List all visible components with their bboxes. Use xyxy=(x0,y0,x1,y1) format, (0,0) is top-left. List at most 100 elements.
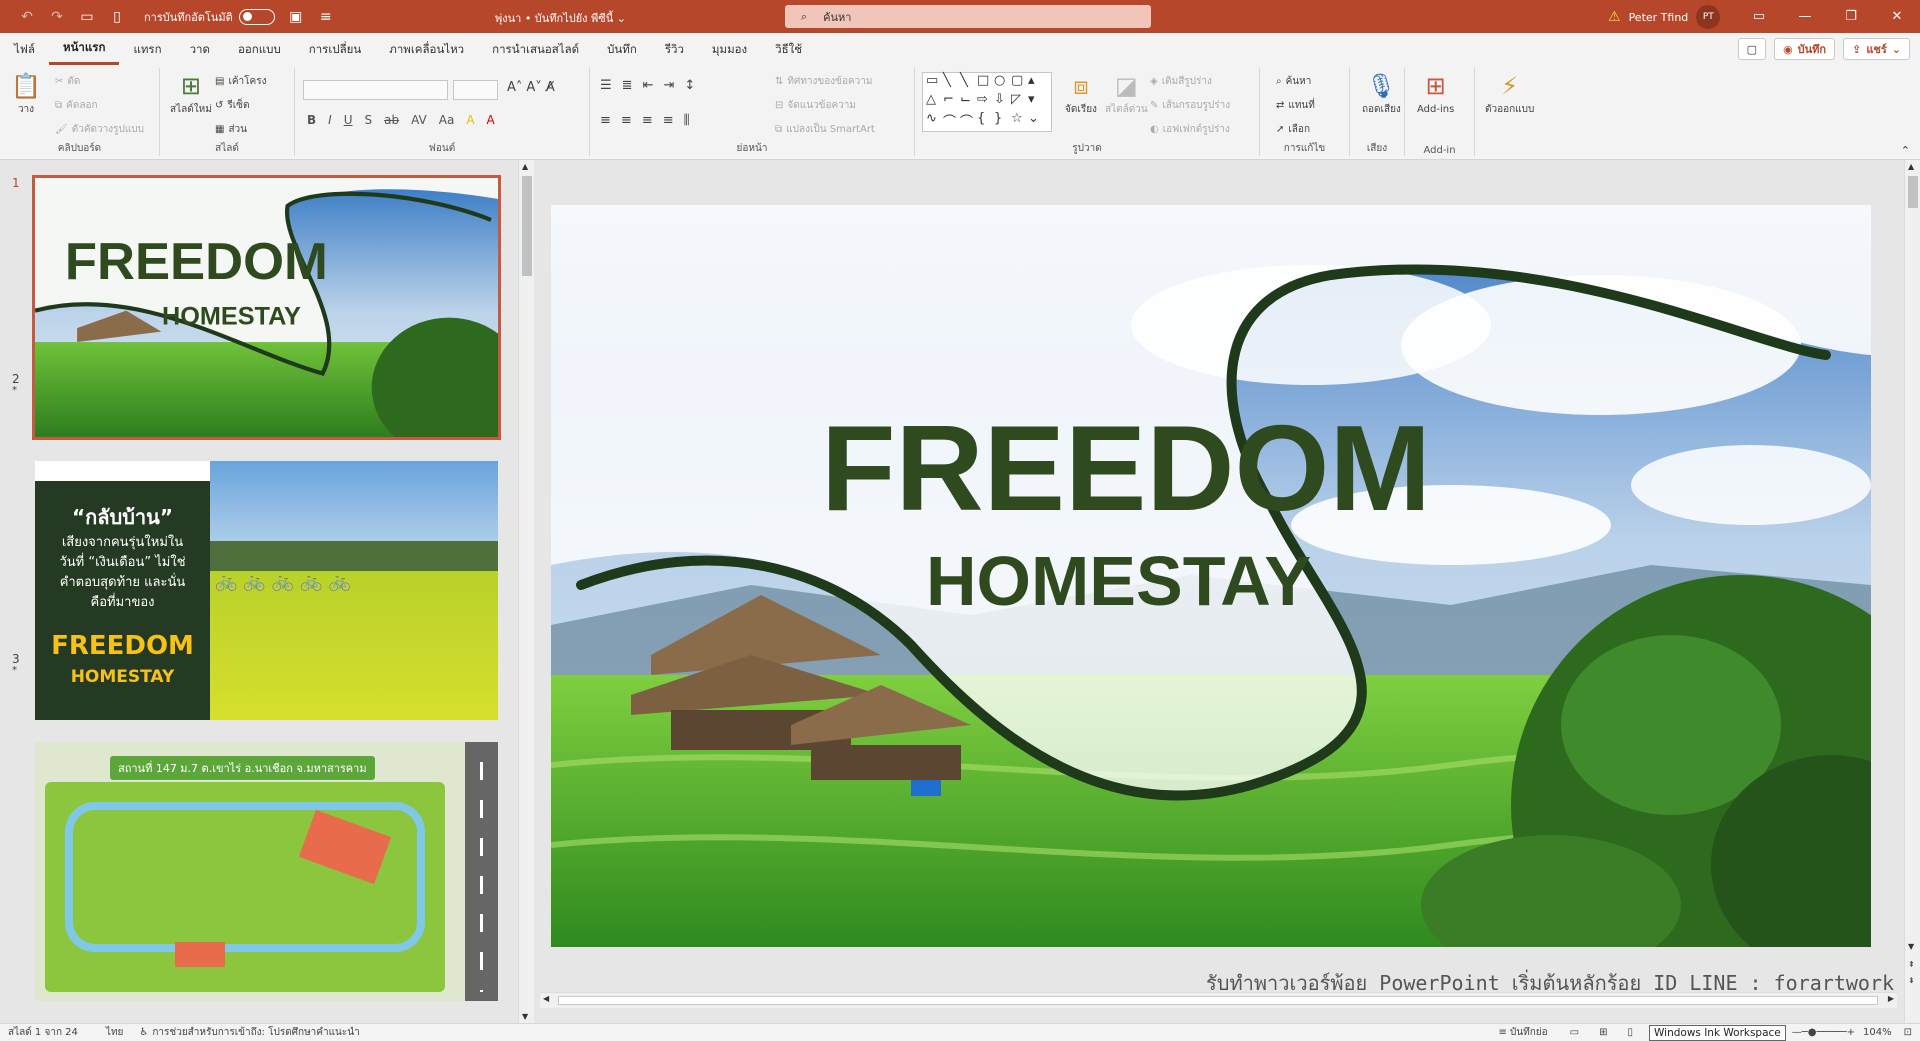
reading-view-icon[interactable]: ▯ xyxy=(1627,1027,1633,1038)
addins-button[interactable]: ⊞ Add-ins xyxy=(1417,70,1454,116)
autosave-toggle[interactable] xyxy=(238,8,275,25)
align-text-button[interactable]: ⊟ จัดแนวข้อความ xyxy=(775,98,856,113)
find-button[interactable]: ⌕ ค้นหา xyxy=(1276,74,1311,89)
document-title[interactable]: พุ่งนา • บันทึกไปยัง พีซีนี้ ⌄ xyxy=(495,9,626,27)
main-slide[interactable]: FREEDOM HOMESTAY xyxy=(551,205,1871,947)
tab-file[interactable]: ไฟล์ xyxy=(0,33,49,65)
clear-format-icon[interactable]: A̸ xyxy=(546,80,555,95)
roundrect-shape-icon[interactable]: ▢ xyxy=(1011,73,1028,92)
dictate-button[interactable]: 🎙 ถอดเสียง xyxy=(1362,70,1401,116)
language-indicator[interactable]: ไทย xyxy=(106,1025,123,1040)
copy-button[interactable]: ⧉ คัดลอก xyxy=(55,98,98,113)
format-painter-button[interactable]: 🖌 ตัวคัดวางรูปแบบ xyxy=(55,122,144,137)
horizontal-scroll-thumb[interactable] xyxy=(558,996,1878,1005)
font-size-input[interactable] xyxy=(453,80,498,100)
editor-scroll-thumb[interactable] xyxy=(1908,176,1918,208)
editor-vertical-scrollbar[interactable]: ▲ ▼ ⇞ ⇟ xyxy=(1904,160,1920,1023)
accessibility-status[interactable]: การช่วยสำหรับการเข้าถึง: โปรดศึกษาคำแนะน… xyxy=(152,1025,359,1040)
shape-fill-button[interactable]: ◈ เติมสีรูปร่าง xyxy=(1150,74,1212,89)
tab-animations[interactable]: ภาพเคลื่อนไหว xyxy=(375,33,478,65)
paste-button[interactable]: 📋 วาง xyxy=(10,70,42,116)
minimize-icon[interactable]: — xyxy=(1782,0,1828,33)
tab-transitions[interactable]: การเปลี่ยน xyxy=(295,33,375,65)
shrink-font-icon[interactable]: A˅ xyxy=(526,80,541,95)
elbow2-shape-icon[interactable]: ⌙ xyxy=(960,92,977,111)
columns-icon[interactable]: ⫼ xyxy=(684,113,690,128)
decrease-indent-icon[interactable]: ⇤ xyxy=(643,78,654,93)
scroll-down-icon[interactable]: ▼ xyxy=(522,1012,528,1021)
oval-shape-icon[interactable]: ○ xyxy=(994,73,1011,92)
arrow-down-shape-icon[interactable]: ⇩ xyxy=(994,92,1011,111)
share-button[interactable]: ⇪ แชร์ ⌄ xyxy=(1843,38,1910,60)
brace-right-shape-icon[interactable]: } xyxy=(994,111,1011,130)
justify-icon[interactable]: ≡ xyxy=(663,113,674,128)
ribbon-display-options-icon[interactable]: ▭ xyxy=(1736,0,1782,33)
search-input[interactable]: ⌕ ค้นหา xyxy=(785,5,1151,28)
font-name-input[interactable] xyxy=(303,80,448,100)
brace-left-shape-icon[interactable]: { xyxy=(977,111,994,130)
strikethrough-button[interactable]: ab xyxy=(384,113,399,127)
elbow-shape-icon[interactable]: ⌐ xyxy=(943,92,960,111)
arc-shape-icon[interactable]: ⌒ xyxy=(943,111,960,130)
undo-icon[interactable]: ↶ xyxy=(18,8,36,26)
more-shapes-icon[interactable]: ▴ xyxy=(1028,73,1045,92)
avatar[interactable]: PT xyxy=(1696,5,1721,29)
zoom-slider[interactable]: —─●─────+ xyxy=(1792,1027,1855,1038)
reset-button[interactable]: ↺ รีเซ็ต xyxy=(215,98,249,113)
underline-button[interactable]: U xyxy=(344,113,353,127)
replace-button[interactable]: ⇄ แทนที่ xyxy=(1276,98,1315,113)
comments-button[interactable]: ▢ xyxy=(1737,38,1767,60)
change-case-button[interactable]: Aa xyxy=(439,113,455,127)
slide-thumbnail-1[interactable]: FREEDOM HOMESTAY xyxy=(32,175,501,440)
tab-draw[interactable]: วาด xyxy=(176,33,224,65)
editor-horizontal-scrollbar[interactable]: ◀ ▶ xyxy=(540,992,1897,1008)
tab-help[interactable]: วิธีใช้ xyxy=(761,33,816,65)
shadow-button[interactable]: S xyxy=(365,113,373,127)
layout-button[interactable]: ▤ เค้าโครง xyxy=(215,74,267,89)
text-direction-button[interactable]: ⇅ ทิศทางของข้อความ xyxy=(775,74,873,89)
tab-view[interactable]: มุมมอง xyxy=(698,33,761,65)
line2-shape-icon[interactable]: ╲ xyxy=(960,73,977,92)
record-button[interactable]: ◉ บันทึก xyxy=(1774,38,1836,60)
next-slide-icon[interactable]: ⇟ xyxy=(1908,976,1915,985)
slide-counter[interactable]: สไลด์ 1 จาก 24 xyxy=(8,1025,78,1040)
line-spacing-icon[interactable]: ↕ xyxy=(684,78,695,93)
thumbnail-scroll-thumb[interactable] xyxy=(522,176,532,276)
save-icon[interactable]: ▣ xyxy=(287,8,305,26)
highlight-button[interactable]: A xyxy=(466,113,474,127)
restore-icon[interactable]: ❐ xyxy=(1828,0,1874,33)
close-icon[interactable]: ✕ xyxy=(1874,0,1920,33)
quick-styles-button[interactable]: ◪ สไตล์ด่วน xyxy=(1105,70,1148,116)
tab-home[interactable]: หน้าแรก xyxy=(48,33,120,65)
arc2-shape-icon[interactable]: ⌒ xyxy=(960,111,977,130)
scroll-down-icon[interactable]: ▼ xyxy=(1908,942,1914,951)
font-color-button[interactable]: A xyxy=(487,113,495,127)
callout-shape-icon[interactable]: ◸ xyxy=(1011,92,1028,111)
grow-font-icon[interactable]: A˄ xyxy=(507,80,522,95)
windows-ink-workspace-button[interactable]: Windows Ink Workspace xyxy=(1649,1024,1786,1041)
char-spacing-button[interactable]: AV xyxy=(411,113,427,127)
normal-view-icon[interactable]: ▭ xyxy=(1570,1027,1579,1038)
shape-outline-button[interactable]: ✎ เส้นกรอบรูปร่าง xyxy=(1150,98,1230,113)
line-shape-icon[interactable]: ╲ xyxy=(943,73,960,92)
zoom-level[interactable]: 104% xyxy=(1863,1027,1892,1038)
tab-design[interactable]: ออกแบบ xyxy=(224,33,295,65)
more2-shapes-icon[interactable]: ▾ xyxy=(1028,92,1045,111)
select-button[interactable]: ➚ เลือก xyxy=(1276,122,1310,137)
expand-shapes-icon[interactable]: ⌄ xyxy=(1028,111,1045,130)
align-left-icon[interactable]: ≡ xyxy=(600,113,611,128)
textbox-shape-icon[interactable]: ▭ xyxy=(926,73,943,92)
shapes-gallery[interactable]: ▭ ╲ ╲ □ ○ ▢ ▴ △ ⌐ ⌙ ⇨ ⇩ ◸ ▾ ∿ ⌒ ⌒{} ☆ ⌄ xyxy=(922,72,1052,132)
section-button[interactable]: ▦ ส่วน xyxy=(215,122,247,137)
slide-thumbnail-2[interactable]: 🚲🚲🚲🚲🚲 “กลับบ้าน” เสียงจากคนรุ่นใหม่ใน วั… xyxy=(35,461,498,720)
fit-to-window-icon[interactable]: ⊡ xyxy=(1904,1027,1912,1038)
arrow-right-shape-icon[interactable]: ⇨ xyxy=(977,92,994,111)
scroll-left-icon[interactable]: ◀ xyxy=(543,994,549,1003)
tab-insert[interactable]: แทรก xyxy=(119,33,175,65)
shape-effects-button[interactable]: ◐ เอฟเฟกต์รูปร่าง xyxy=(1150,122,1230,137)
redo-icon[interactable]: ↷ xyxy=(48,8,66,26)
designer-button[interactable]: ⚡ ตัวออกแบบ xyxy=(1485,70,1534,116)
arrange-button[interactable]: ⧈ จัดเรียง xyxy=(1065,70,1097,116)
bullets-icon[interactable]: ☰ xyxy=(600,78,612,93)
tab-record[interactable]: บันทึก xyxy=(593,33,651,65)
